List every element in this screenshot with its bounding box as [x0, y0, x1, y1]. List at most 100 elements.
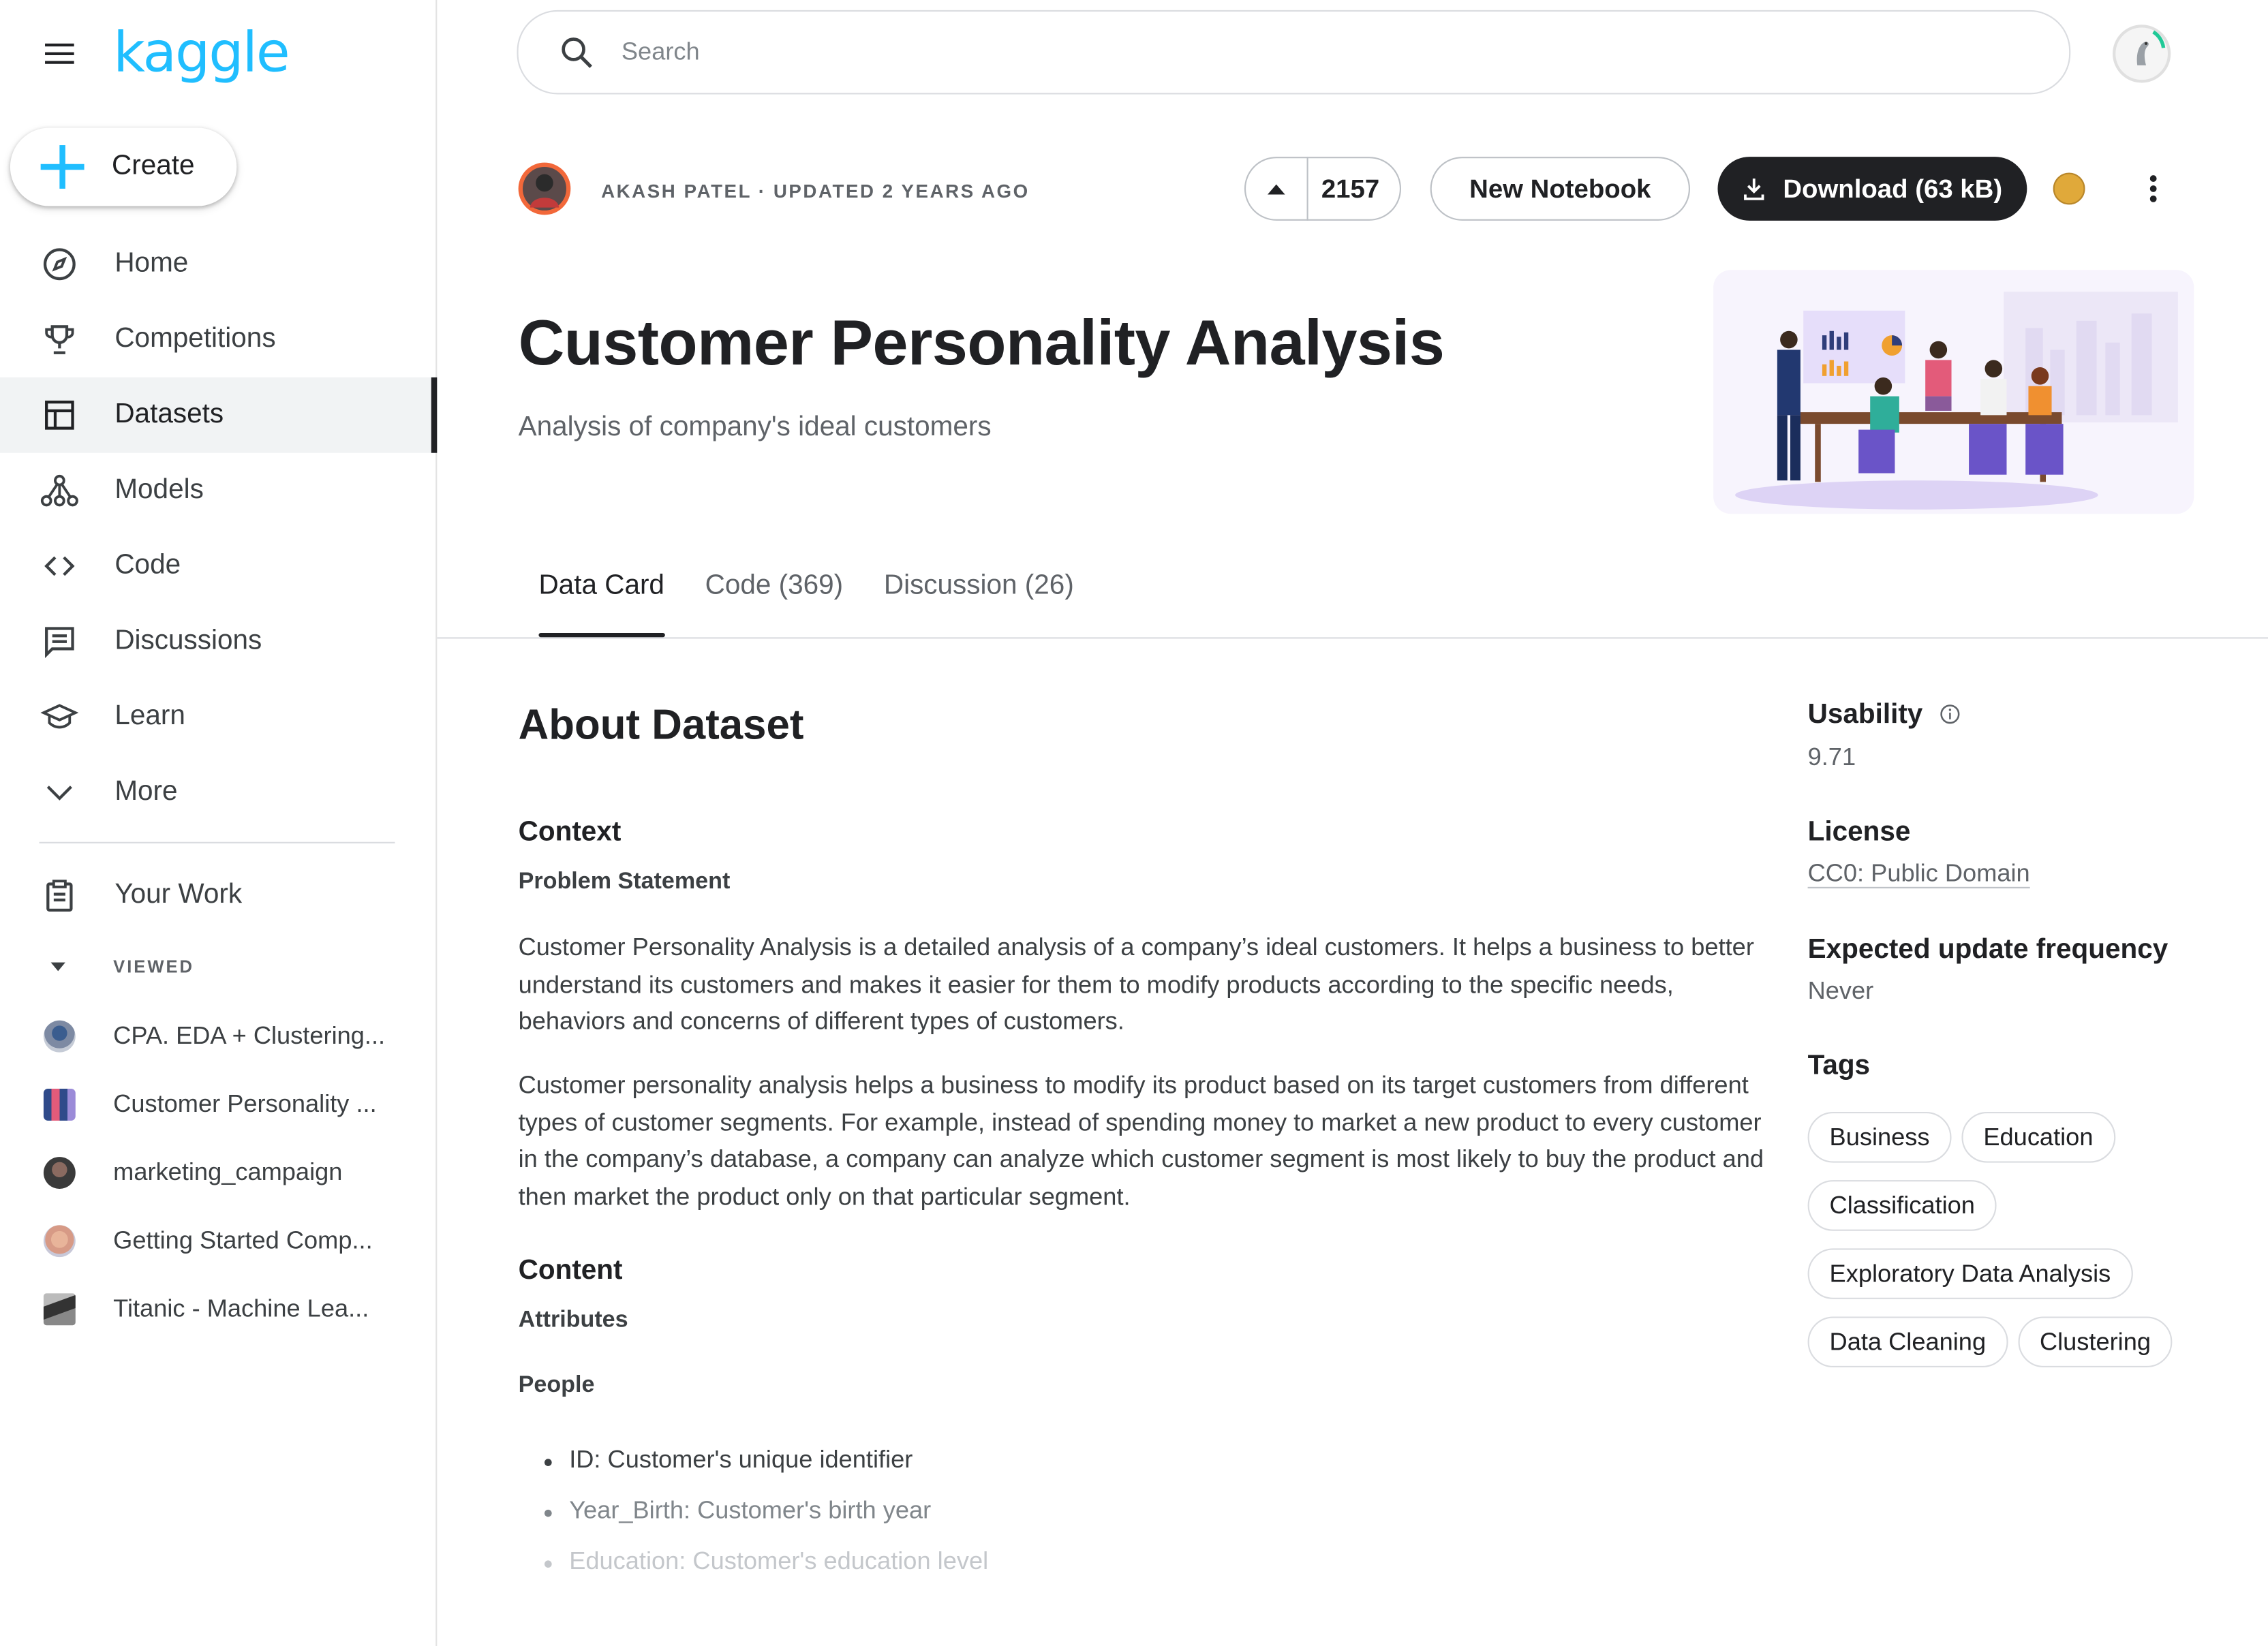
list-item: Education: Customer's education level	[519, 1547, 989, 1598]
download-button[interactable]: Download (63 kB)	[1717, 157, 2027, 221]
people-heading: People	[518, 1373, 595, 1398]
tags-label: Tags	[1807, 1051, 1871, 1082]
recent-item[interactable]: Getting Started Comp...	[0, 1207, 435, 1275]
viewed-label: VIEWED	[113, 957, 194, 977]
recent-item-label: Customer Personality ...	[113, 1089, 377, 1117]
new-notebook-button[interactable]: New Notebook	[1430, 157, 1691, 221]
chevron-down-icon	[41, 774, 78, 811]
sidebar-item-label: Learn	[114, 701, 185, 732]
sidebar-item-discussions[interactable]: Discussions	[0, 604, 435, 679]
tag-chip[interactable]: Clustering	[2018, 1316, 2173, 1368]
sidebar-item-home[interactable]: Home	[0, 226, 435, 302]
usability-value: 9.71	[1807, 743, 1856, 771]
tab-code[interactable]: Code (369)	[685, 570, 863, 637]
tag-chip[interactable]: Data Cleaning	[1807, 1316, 2008, 1368]
clipboard-icon	[41, 877, 78, 914]
attributes-heading: Attributes	[518, 1307, 628, 1333]
sidebar-item-label: Competitions	[114, 324, 276, 354]
user-avatar-image	[2136, 30, 2166, 65]
content-heading: Content	[518, 1255, 623, 1286]
list-item-text: Education: Customer's education level	[569, 1547, 989, 1575]
viewed-toggle[interactable]: VIEWED	[0, 951, 194, 983]
caret-down-icon	[50, 962, 65, 972]
list-item: ID: Customer's unique identifier	[519, 1446, 989, 1497]
sidebar-divider	[39, 841, 395, 843]
meeting-illustration	[1735, 292, 2178, 510]
sidebar-item-label: Datasets	[114, 399, 224, 430]
kaggle-logo[interactable]: kaggle	[113, 20, 290, 84]
sidebar-item-label: Models	[114, 474, 204, 506]
create-button[interactable]: Create	[10, 127, 237, 206]
download-icon	[1744, 178, 1764, 200]
update-frequency-label: Expected update frequency	[1807, 935, 2169, 965]
recent-item[interactable]: Customer Personality ...	[0, 1070, 435, 1138]
sidebar-nav: Home Competitions Datasets Models Code D…	[0, 226, 438, 830]
sidebar-item-your-work[interactable]: Your Work	[0, 858, 435, 933]
recent-thumbnail	[43, 1087, 76, 1120]
description-paragraph: Customer personality analysis helps a bu…	[518, 1071, 1764, 1210]
sidebar-item-competitions[interactable]: Competitions	[0, 302, 435, 377]
bullet-dot	[544, 1560, 552, 1568]
recent-item[interactable]: Titanic - Machine Lea...	[0, 1275, 435, 1343]
plus-icon	[40, 145, 85, 189]
models-icon	[40, 471, 78, 509]
recently-viewed-list: CPA. EDA + Clustering... Customer Person…	[0, 1001, 435, 1343]
search-input[interactable]	[618, 36, 1931, 69]
sidebar: kaggle Create Home Competitions Datasets…	[0, 0, 438, 1646]
page-subtitle: Analysis of company's ideal customers	[518, 412, 992, 443]
sidebar-item-models[interactable]: Models	[0, 453, 435, 529]
license-link[interactable]: CC0: Public Domain	[1808, 859, 2030, 888]
sidebar-item-learn[interactable]: Learn	[0, 679, 435, 755]
recent-item-label: marketing_campaign	[113, 1158, 343, 1185]
description-paragraph: Customer Personality Analysis is a detai…	[518, 933, 1754, 1036]
trophy-icon	[41, 321, 78, 358]
sidebar-item-code[interactable]: Code	[0, 529, 435, 604]
kaggle-page: kaggle Create Home Competitions Datasets…	[0, 0, 2268, 1646]
table-icon	[41, 397, 78, 434]
tag-chip[interactable]: Exploratory Data Analysis	[1807, 1248, 2133, 1299]
user-avatar[interactable]	[2113, 25, 2171, 83]
tab-discussion[interactable]: Discussion (26)	[863, 570, 1094, 637]
tag-chip[interactable]: Classification	[1807, 1180, 1997, 1231]
compass-icon	[41, 245, 78, 283]
update-frequency-value: Never	[1807, 976, 1874, 1005]
sidebar-your-work: Your Work	[0, 858, 435, 933]
sidebar-item-label: Home	[114, 248, 189, 279]
more-vert-icon[interactable]	[2137, 171, 2169, 206]
recent-item-label: CPA. EDA + Clustering...	[113, 1021, 386, 1049]
sidebar-item-datasets[interactable]: Datasets	[0, 377, 438, 453]
author-avatar-image	[530, 174, 560, 208]
about-heading: About Dataset	[518, 702, 804, 749]
sidebar-item-label: More	[114, 776, 178, 807]
medal-icon	[2053, 172, 2085, 205]
sidebar-item-more[interactable]: More	[0, 755, 435, 830]
license-label: License	[1807, 817, 1911, 848]
caret-up-icon	[1268, 184, 1285, 195]
sidebar-item-label: Code	[114, 550, 181, 581]
list-item-text: ID: Customer's unique identifier	[569, 1446, 913, 1474]
code-icon	[41, 547, 78, 585]
search-bar[interactable]	[517, 10, 2071, 95]
bullet-dot	[544, 1459, 552, 1466]
recent-item[interactable]: CPA. EDA + Clustering...	[0, 1001, 435, 1070]
tag-chip[interactable]: Education	[1961, 1112, 2115, 1163]
tab-data-card[interactable]: Data Card	[519, 570, 685, 638]
info-icon[interactable]	[1940, 704, 1960, 724]
recent-item[interactable]: marketing_campaign	[0, 1138, 435, 1206]
author-meta: AKASH PATEL · UPDATED 2 YEARS AGO	[601, 180, 1030, 202]
list-item-text: Year_Birth: Customer's birth year	[569, 1496, 932, 1525]
hamburger-menu-icon[interactable]	[42, 36, 77, 71]
bullet-dot	[544, 1509, 552, 1517]
dataset-cover-image	[1713, 270, 2194, 514]
graduation-cap-icon	[40, 698, 79, 736]
author-avatar[interactable]	[518, 162, 571, 215]
upvote-button[interactable]	[1246, 157, 1308, 221]
create-label: Create	[112, 151, 195, 182]
chat-icon	[41, 623, 78, 660]
tag-chip[interactable]: Business	[1807, 1112, 1952, 1163]
problem-statement-heading: Problem Statement	[518, 869, 731, 895]
upvote-count: 2157	[1321, 173, 1380, 203]
recent-item-label: Titanic - Machine Lea...	[113, 1294, 369, 1322]
tabs-divider	[437, 637, 2268, 639]
recent-thumbnail	[43, 1224, 76, 1257]
